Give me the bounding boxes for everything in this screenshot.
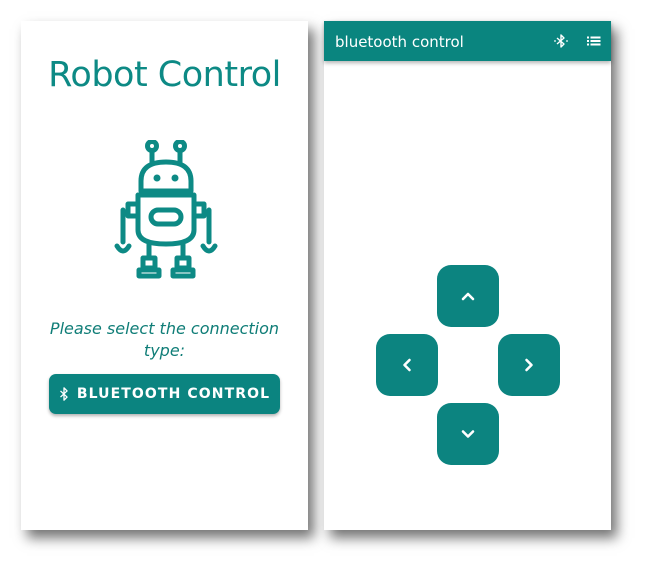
- down-button[interactable]: [437, 403, 499, 465]
- up-button[interactable]: [437, 265, 499, 327]
- app-title: Robot Control: [48, 55, 281, 95]
- app-bar-title: bluetooth control: [335, 33, 464, 51]
- chevron-down-icon: [461, 430, 475, 438]
- right-button[interactable]: [498, 334, 560, 396]
- left-button[interactable]: [376, 334, 438, 396]
- chevron-up-icon: [461, 292, 475, 301]
- robot-icon: [114, 140, 218, 279]
- app-bar: bluetooth control: [324, 21, 611, 61]
- bluetooth-control-label: BLUETOOTH CONTROL: [76, 386, 271, 402]
- chevron-right-icon: [525, 358, 533, 372]
- chevron-left-icon: [403, 358, 411, 372]
- bluetooth-icon: [59, 387, 68, 401]
- list-icon[interactable]: [586, 33, 602, 49]
- bluetooth-control-button[interactable]: BLUETOOTH CONTROL: [49, 374, 280, 414]
- bluetooth-control-screen: bluetooth control: [324, 21, 611, 530]
- bluetooth-icon[interactable]: [553, 33, 569, 49]
- connection-screen: Robot Control Please select the connecti…: [21, 21, 308, 530]
- connection-prompt: Please select the connection type:: [49, 319, 280, 360]
